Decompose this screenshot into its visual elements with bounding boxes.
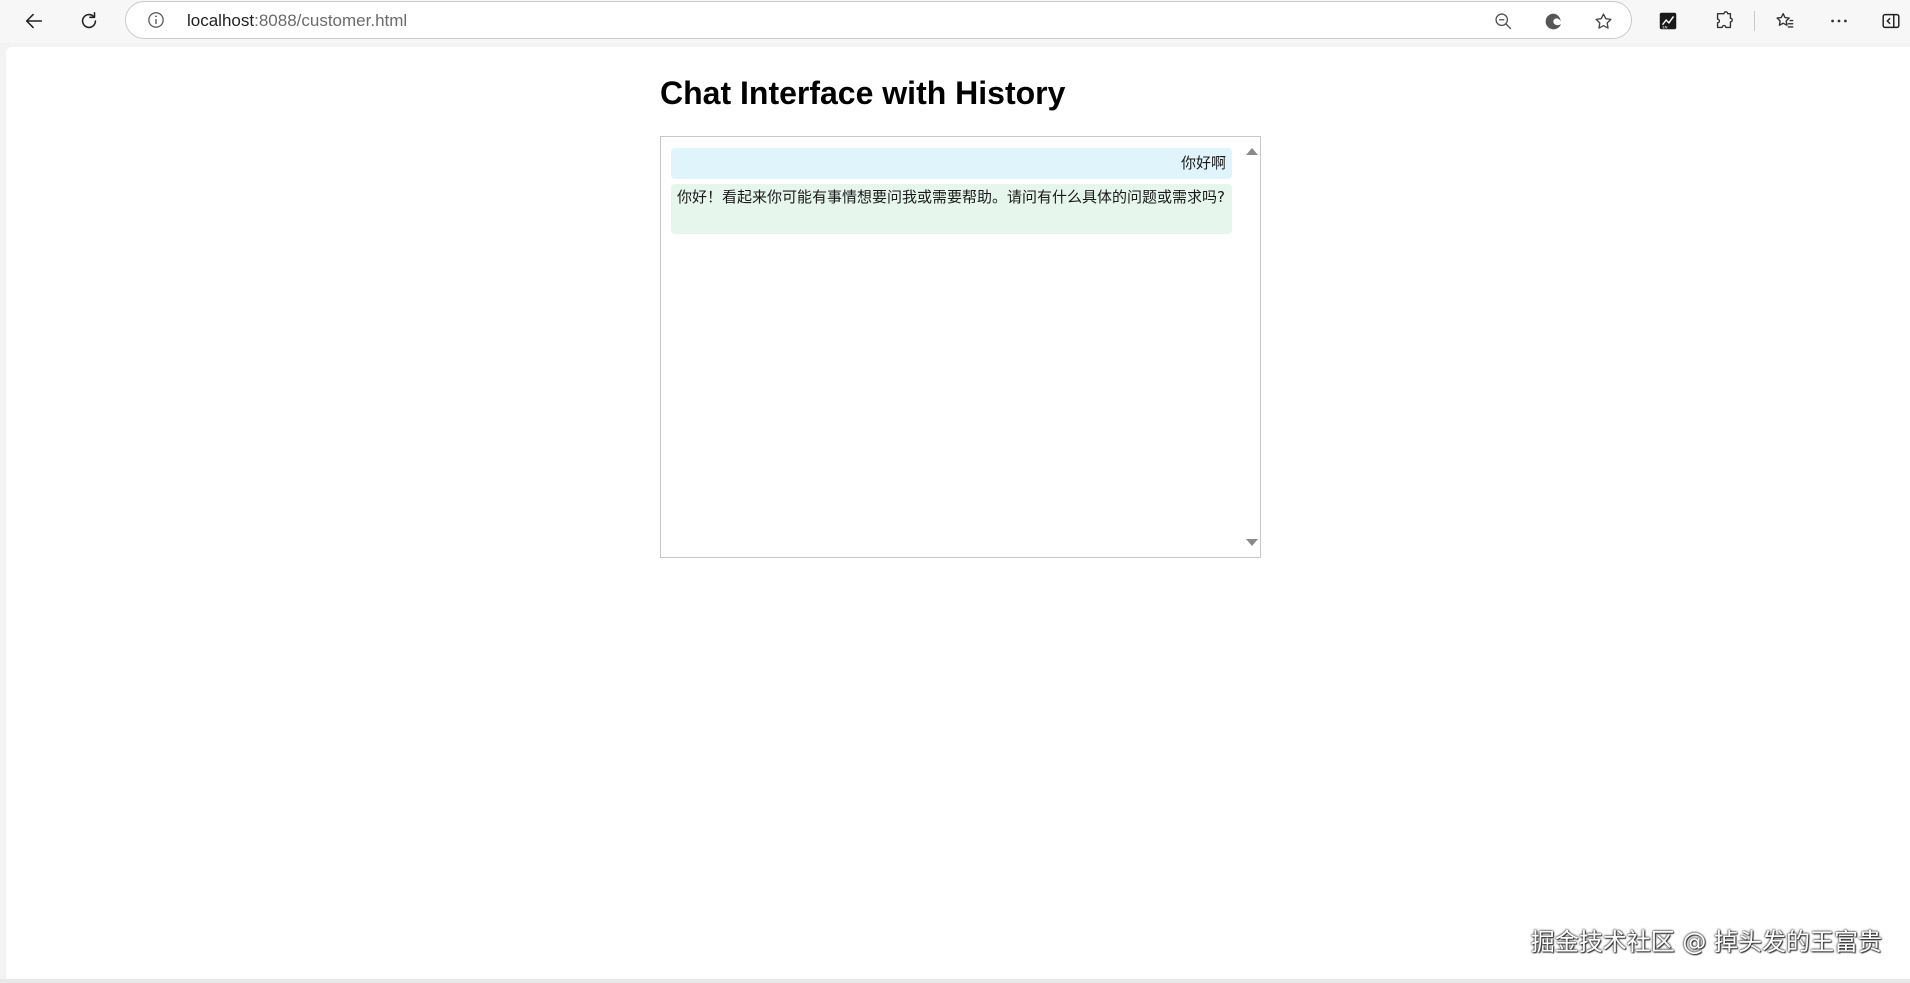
refresh-button[interactable] bbox=[72, 4, 106, 38]
chat-scrollbar[interactable] bbox=[1243, 137, 1260, 557]
url-host: localhost bbox=[187, 11, 255, 30]
scroll-up-arrow-icon[interactable] bbox=[1246, 148, 1258, 155]
refresh-icon bbox=[81, 11, 97, 29]
window-bottom-edge bbox=[0, 979, 1910, 983]
browser-toolbar: localhost:8088/customer.html EN bbox=[0, 0, 1910, 43]
favorite-button[interactable] bbox=[1591, 9, 1615, 33]
extension-app-icon: EN bbox=[1659, 12, 1677, 29]
more-icon bbox=[1831, 19, 1847, 23]
assistant-message: 你好！看起来你可能有事情想要问我或需要帮助。请问有什么具体的问题或需求吗? bbox=[671, 184, 1232, 234]
back-button[interactable] bbox=[17, 4, 51, 38]
back-arrow-icon bbox=[25, 13, 43, 29]
extension-app-button[interactable]: EN bbox=[1651, 4, 1685, 38]
url-text[interactable]: localhost:8088/customer.html bbox=[187, 11, 407, 31]
sidebar-toggle-icon bbox=[1882, 13, 1900, 29]
edge-button[interactable] bbox=[1541, 9, 1565, 33]
page-title: Chat Interface with History bbox=[660, 75, 1066, 111]
favorites-button[interactable] bbox=[1768, 4, 1802, 38]
edge-logo-icon bbox=[1545, 13, 1561, 29]
page-content: Chat Interface with History 你好啊 你好！看起来你可… bbox=[6, 47, 1910, 979]
toolbar-divider bbox=[1754, 11, 1755, 31]
zoom-out-icon bbox=[1494, 12, 1511, 29]
zoom-out-button[interactable] bbox=[1491, 9, 1515, 33]
watermark: 掘金技术社区 @ 掉头发的王富贵 bbox=[1530, 928, 1882, 956]
favorites-icon bbox=[1776, 12, 1794, 28]
scroll-down-arrow-icon[interactable] bbox=[1246, 539, 1258, 546]
chat-history-box[interactable]: 你好啊 你好！看起来你可能有事情想要问我或需要帮助。请问有什么具体的问题或需求吗… bbox=[660, 136, 1261, 558]
address-bar[interactable]: localhost:8088/customer.html bbox=[125, 1, 1632, 39]
url-path: :8088/customer.html bbox=[254, 11, 408, 30]
star-icon bbox=[1594, 12, 1612, 29]
svg-text:EN: EN bbox=[1663, 25, 1668, 29]
puzzle-icon bbox=[1716, 11, 1733, 29]
sidebar-toggle-button[interactable] bbox=[1876, 4, 1906, 38]
user-message: 你好啊 bbox=[671, 148, 1232, 179]
more-button[interactable] bbox=[1822, 4, 1856, 38]
info-icon[interactable] bbox=[147, 11, 165, 29]
extensions-button[interactable] bbox=[1707, 4, 1741, 38]
